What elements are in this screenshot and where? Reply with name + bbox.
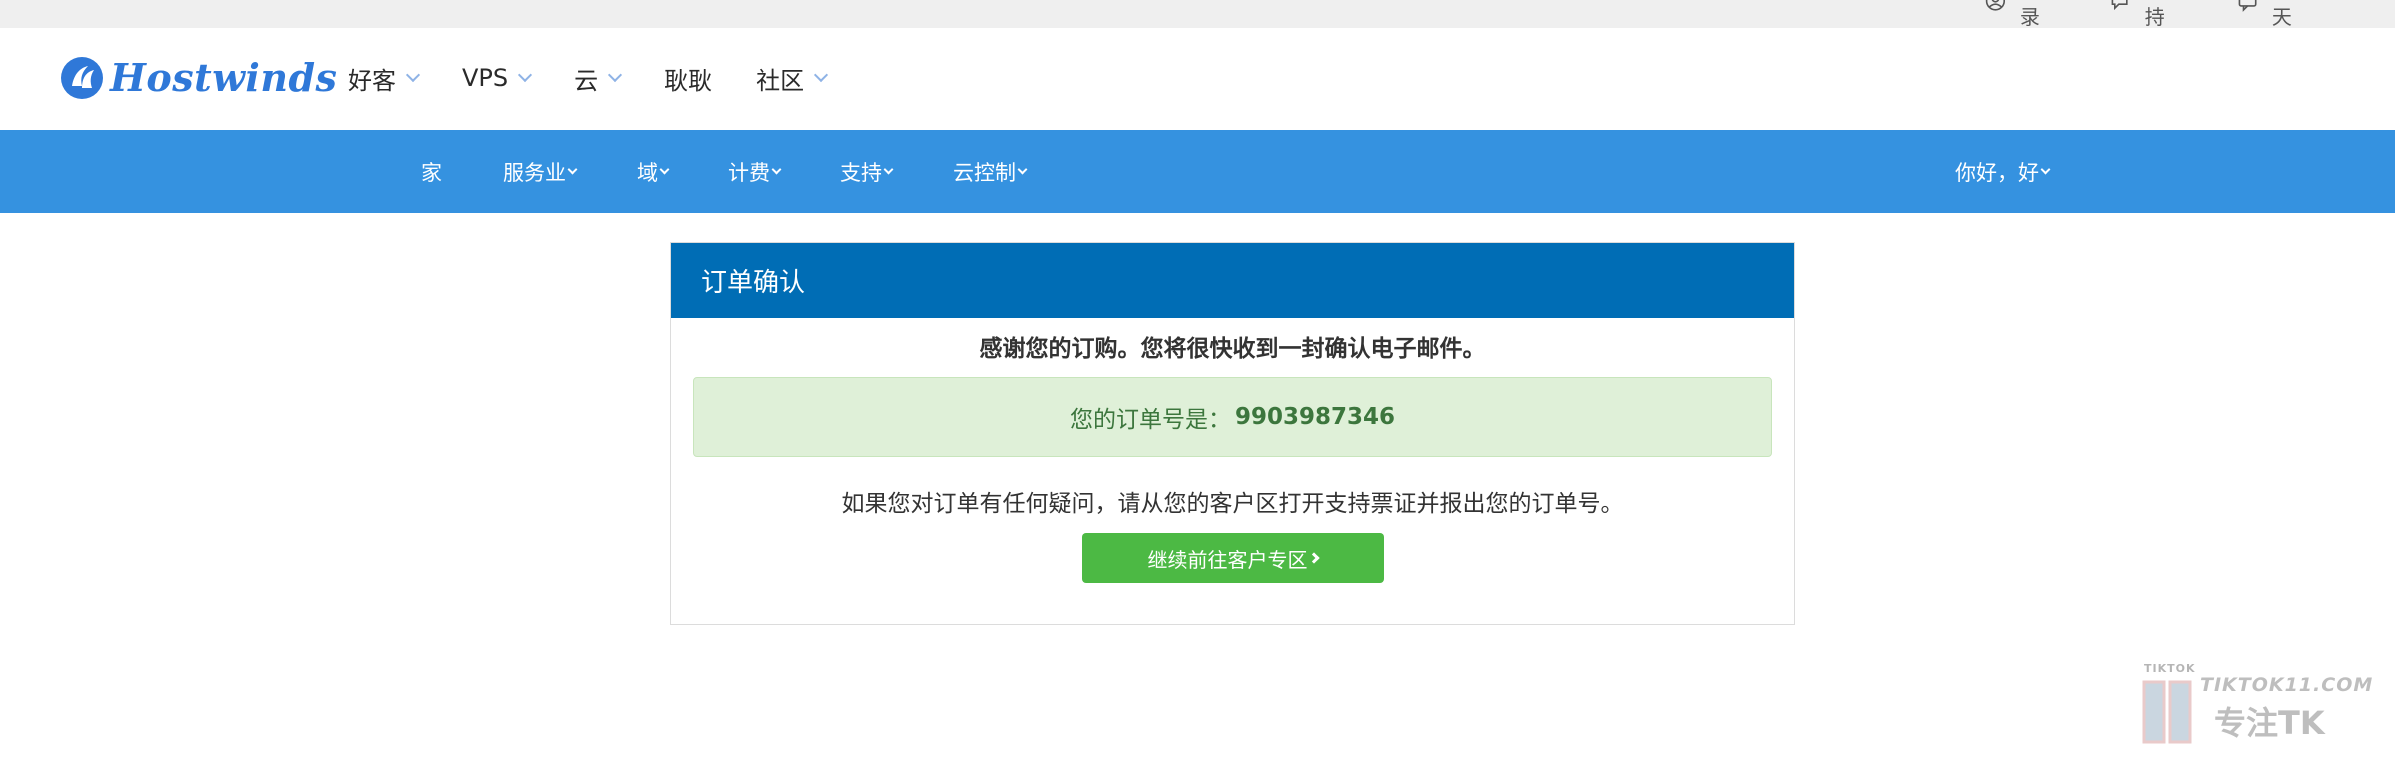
watermark-logo-icon [2142,680,2192,744]
hostwinds-logo-icon [61,56,103,99]
card-title: 订单确认 [701,268,806,298]
nav-item-cloud[interactable]: 云 [574,60,623,96]
nav-item-community[interactable]: 社区 [756,60,829,96]
subnav-item-label: 支持 [840,160,882,185]
subnav-item-label: 计费 [728,160,770,185]
subnav-item-support[interactable]: 支持 [840,130,894,213]
client-subnav: 家 服务业 域 计费 支持 云控制 你好，好 [0,130,2395,213]
subnav-item-label: 家 [421,160,442,185]
chevron-down-icon [883,164,894,174]
support-label: 支持 [2144,5,2165,28]
tiktok11-watermark: TIKTOK TIKTOK11.COM 专注TK [2140,662,2372,746]
chat-icon [2111,0,2128,11]
subnav-item-services[interactable]: 服务业 [503,130,578,213]
live-chat-label: 在线聊天 [2271,5,2292,28]
order-number-label: 您的订单号是： [1069,407,1231,433]
user-greeting-label: 你好，好 [1955,160,2039,185]
message-icon [2238,0,2257,12]
nav-item-hosting[interactable]: 好客 [348,60,421,96]
user-icon [1985,0,2006,11]
cta-label: 继续前往客户专区 [1147,547,1308,572]
chevron-down-icon [518,67,533,83]
nav-item-label: 好客 [348,66,396,95]
chevron-right-icon [1307,552,1320,564]
subnav-item-home[interactable]: 家 [421,130,442,213]
watermark-small-text: TIKTOK [2144,662,2196,675]
nav-item-label: 社区 [756,66,805,95]
subnav-item-cloud-control[interactable]: 云控制 [953,130,1028,213]
order-number-alert: 您的订单号是： 9903987346 [693,377,1772,457]
subnav-item-label: 云控制 [953,160,1016,185]
site-header: Hostwinds 好客 VPS 云 耿耿 社区 [0,28,2395,130]
nav-item-label: 耿耿 [664,66,713,95]
thank-you-message: 感谢您的订购。您将很快收到一封确认电子邮件。 [979,336,1486,362]
watermark-domain: TIKTOK11.COM [2200,674,2374,696]
nav-item-gengeng[interactable]: 耿耿 [664,60,712,96]
chevron-down-icon [659,164,670,174]
subnav-item-domains[interactable]: 域 [637,130,670,213]
nav-item-label: 云 [574,66,599,95]
hostwinds-logo[interactable]: Hostwinds [60,55,337,100]
logo-text: Hostwinds [110,55,338,100]
subnav-item-label: 服务业 [503,160,566,185]
live-chat-link[interactable]: 在线聊天 [2237,0,2337,28]
subnav-item-label: 域 [637,160,658,185]
user-greeting-menu[interactable]: 你好，好 [1955,130,2051,213]
chevron-down-icon [2040,164,2051,174]
support-link[interactable]: 支持 [2110,0,2177,28]
main-nav: 好客 VPS 云 耿耿 社区 [348,60,870,96]
chevron-down-icon [1017,164,1028,174]
order-confirmation-card: 订单确认 感谢您的订购。您将很快收到一封确认电子邮件。 您的订单号是： 9903… [670,242,1795,625]
card-header: 订单确认 [671,243,1794,318]
order-number-value: 9903987346 [1234,404,1396,430]
nav-item-vps[interactable]: VPS [462,60,533,96]
continue-to-client-area-button[interactable]: 继续前往客户专区 [1081,533,1384,583]
chevron-down-icon [771,164,782,174]
top-utility-bar: 登录 支持 在线聊天 [0,0,2395,28]
nav-item-label: VPS [462,64,509,92]
chevron-down-icon [567,164,578,174]
login-link[interactable]: 登录 [1985,0,2052,28]
chevron-down-icon [405,67,421,83]
watermark-tag: 专注TK [2214,704,2325,742]
chevron-down-icon [608,67,623,83]
subnav-item-billing[interactable]: 计费 [728,130,782,213]
login-label: 登录 [2019,5,2040,28]
help-text: 如果您对订单有任何疑问，请从您的客户区打开支持票证并报出您的订单号。 [841,491,1624,517]
chevron-down-icon [814,67,829,83]
top-links: 登录 支持 在线聊天 [1985,0,2395,28]
